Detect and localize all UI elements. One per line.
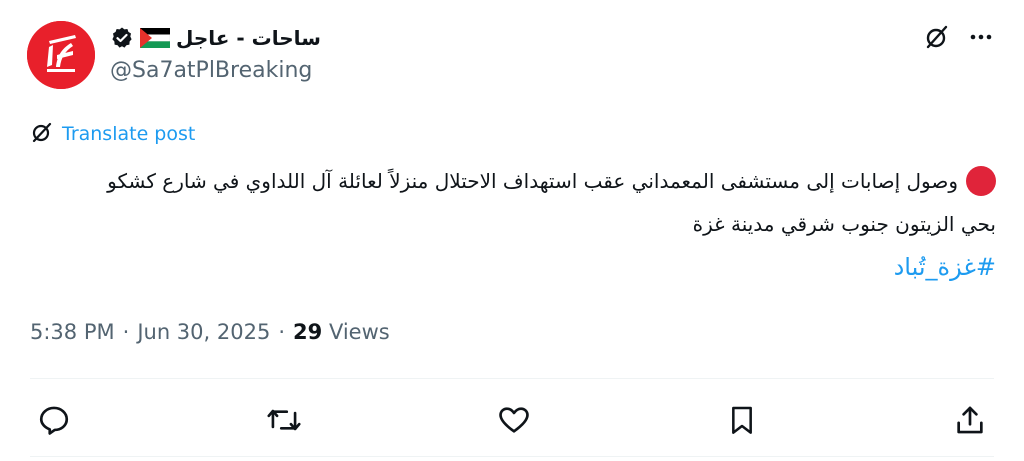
reply-icon[interactable] bbox=[37, 403, 71, 437]
post-time[interactable]: 5:38 PM bbox=[30, 320, 115, 344]
hashtag-line: #غزة_تُباد bbox=[30, 246, 996, 290]
views-count: 29 bbox=[293, 320, 323, 344]
post-line-2: بحي الزيتون جنوب شرقي مدينة غزة bbox=[692, 212, 996, 236]
verified-badge-icon bbox=[110, 26, 134, 50]
sa7at-logo-icon bbox=[27, 21, 95, 89]
author-name-row[interactable]: ساحات - عاجل bbox=[110, 24, 321, 52]
share-icon[interactable] bbox=[953, 403, 987, 437]
header-actions bbox=[924, 24, 994, 50]
divider bbox=[30, 456, 994, 457]
grok-icon[interactable] bbox=[924, 24, 950, 50]
views-label: Views bbox=[328, 320, 390, 344]
post-meta: 5:38 PM · Jun 30, 2025 · 29 Views bbox=[30, 316, 390, 348]
more-horizontal-icon[interactable] bbox=[968, 24, 994, 50]
author-handle[interactable]: @Sa7atPlBreaking bbox=[110, 56, 312, 86]
palestine-flag-icon bbox=[140, 28, 170, 48]
meta-separator: · bbox=[122, 320, 130, 344]
post-line-1-text: وصول إصابات إلى مستشفى المعمداني عقب است… bbox=[107, 169, 958, 193]
translate-label[interactable]: Translate post bbox=[62, 120, 195, 148]
bookmark-icon[interactable] bbox=[726, 403, 758, 437]
display-name[interactable]: ساحات - عاجل bbox=[176, 24, 321, 52]
translate-post-link[interactable]: Translate post bbox=[30, 120, 195, 148]
hashtag-link[interactable]: #غزة_تُباد bbox=[894, 253, 996, 281]
post-text: وصول إصابات إلى مستشفى المعمداني عقب است… bbox=[30, 160, 996, 290]
divider bbox=[30, 378, 994, 379]
action-bar bbox=[37, 402, 987, 438]
post-date[interactable]: Jun 30, 2025 bbox=[137, 320, 270, 344]
repost-icon[interactable] bbox=[266, 403, 302, 437]
red-circle-emoji bbox=[966, 165, 996, 196]
avatar[interactable] bbox=[27, 21, 95, 89]
translate-icon bbox=[30, 120, 54, 148]
post-line-1: وصول إصابات إلى مستشفى المعمداني عقب است… bbox=[30, 160, 996, 203]
meta-separator: · bbox=[278, 320, 286, 344]
like-icon[interactable] bbox=[497, 403, 531, 437]
